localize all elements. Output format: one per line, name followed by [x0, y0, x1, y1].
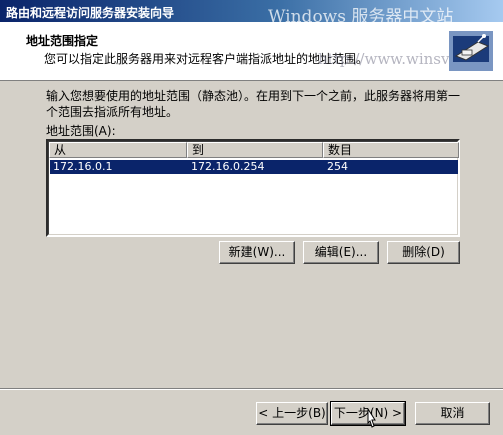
mouse-pointer-icon [367, 408, 376, 428]
cancel-button[interactable]: 取消 [415, 402, 490, 425]
window-title: 路由和远程访问服务器安装向导 [6, 6, 175, 20]
column-header-from[interactable]: 从 [49, 142, 187, 158]
list-item[interactable]: 172.16.0.1 172.16.0.254 254 [50, 160, 458, 174]
edit-range-button[interactable]: 编辑(E)... [303, 241, 379, 264]
address-range-label: 地址范围(A): [46, 124, 116, 138]
footer-divider [0, 388, 503, 390]
title-bar[interactable]: 路由和远程访问服务器安装向导 Windows 服务器中文站 [0, 0, 503, 27]
range-count-cell: 254 [327, 160, 348, 173]
address-range-list[interactable]: 从 到 数目 172.16.0.1 172.16.0.254 254 [46, 139, 460, 237]
network-wizard-icon [449, 31, 493, 71]
instruction-text: 输入您想要使用的地址范围（静态池）。在用到下一个之前，此服务器将用第一个范围去指… [46, 89, 461, 119]
page-heading: 地址范围指定 [26, 34, 99, 48]
wizard-window: 路由和远程访问服务器安装向导 Windows 服务器中文站 地址范围指定 您可以… [0, 0, 503, 435]
list-header: 从 到 数目 [49, 142, 459, 158]
range-to-cell: 172.16.0.254 [191, 160, 265, 173]
column-header-count[interactable]: 数目 [323, 142, 459, 158]
new-range-button[interactable]: 新建(W)... [219, 241, 295, 264]
delete-range-button[interactable]: 删除(D) [387, 241, 460, 264]
column-header-to[interactable]: 到 [187, 142, 323, 158]
wizard-header: 地址范围指定 您可以指定此服务器用来对远程客户端指派地址的地址范围。 http:… [0, 22, 503, 81]
back-button[interactable]: < 上一步(B) [256, 402, 328, 425]
range-from-cell: 172.16.0.1 [53, 160, 113, 173]
